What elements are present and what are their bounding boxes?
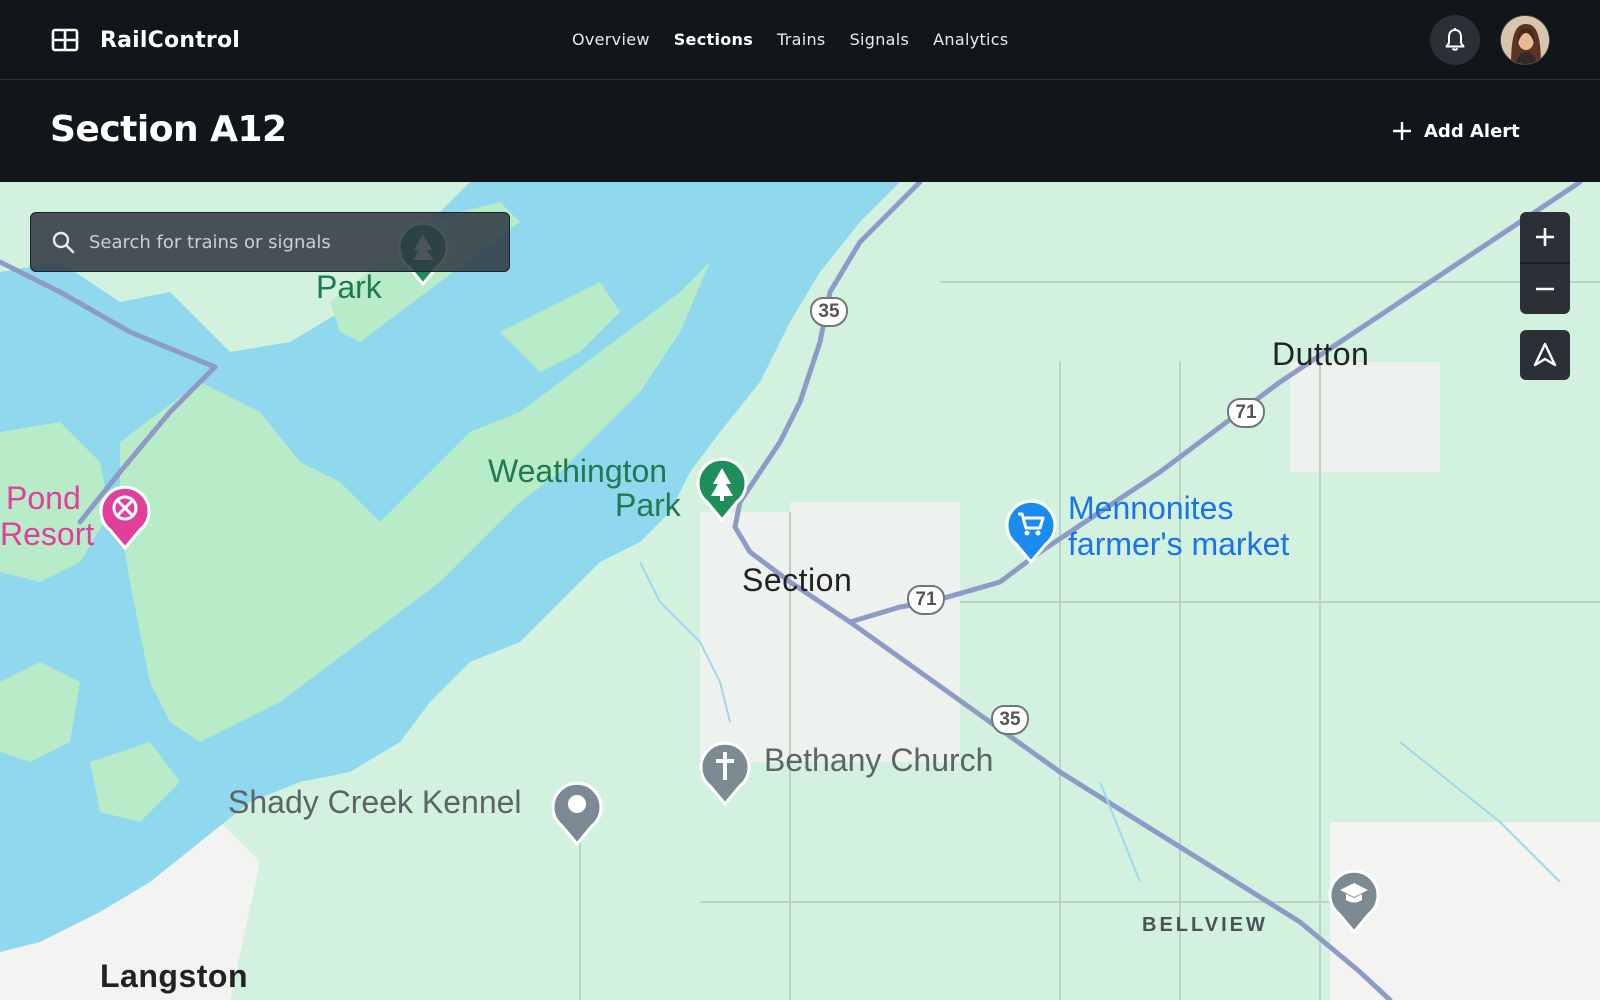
map-label-mennonites: Mennonites xyxy=(1068,490,1234,526)
notifications-button[interactable] xyxy=(1430,15,1480,65)
map-label-section: Section xyxy=(742,562,853,598)
map-label-langston: Langston xyxy=(100,958,248,994)
zoom-controls xyxy=(1520,212,1570,314)
route-shield: 71 xyxy=(907,585,945,615)
plus-icon xyxy=(1536,228,1554,246)
nav-signals[interactable]: Signals xyxy=(838,26,922,54)
map-view[interactable]: 35 71 71 35 Park Dutton Weathington Park… xyxy=(0,182,1600,1000)
map-label-bellview: BELLVIEW xyxy=(1142,914,1268,936)
zoom-in-button[interactable] xyxy=(1520,212,1570,262)
map-label-park: Park xyxy=(316,269,382,305)
route-shield: 71 xyxy=(1227,398,1265,428)
church-pin-icon[interactable] xyxy=(698,740,752,806)
zoom-out-button[interactable] xyxy=(1520,264,1570,314)
map-label-shady-creek-kennel: Shady Creek Kennel xyxy=(228,784,522,820)
shopping-cart-pin-icon[interactable] xyxy=(1004,498,1058,564)
map-label-dutton: Dutton xyxy=(1272,336,1370,372)
page-title: Section A12 xyxy=(50,109,287,150)
avatar-image xyxy=(1501,16,1549,64)
route-shield: 35 xyxy=(991,705,1029,735)
add-alert-label: Add Alert xyxy=(1424,120,1520,142)
search-input[interactable] xyxy=(89,231,469,253)
top-navigation-bar: RailControl Overview Sections Trains Sig… xyxy=(0,0,1600,80)
user-avatar[interactable] xyxy=(1500,15,1550,65)
map-label-weathington: Weathington xyxy=(488,453,668,489)
map-label-resort: Resort xyxy=(0,516,95,552)
route-shield: 35 xyxy=(810,297,848,327)
map-label-farmers-market: farmer's market xyxy=(1068,526,1290,562)
add-alert-button[interactable]: Add Alert xyxy=(1392,115,1520,147)
search-icon xyxy=(52,231,75,254)
nav-trains[interactable]: Trains xyxy=(765,26,838,54)
bell-icon xyxy=(1445,28,1465,51)
nav-overview[interactable]: Overview xyxy=(560,26,662,54)
park-pin-icon[interactable] xyxy=(695,456,749,522)
leisure-pin-icon[interactable] xyxy=(98,484,152,550)
nav-sections[interactable]: Sections xyxy=(662,26,765,54)
nav-analytics[interactable]: Analytics xyxy=(921,26,1020,54)
grid-layout-icon xyxy=(51,28,79,52)
minus-icon xyxy=(1536,287,1554,291)
app-name: RailControl xyxy=(100,27,241,53)
page-header: Section A12 Add Alert xyxy=(0,81,1600,182)
map-label-pond: Pond xyxy=(6,480,81,516)
plus-icon xyxy=(1393,122,1411,140)
map-search-bar[interactable] xyxy=(30,212,510,272)
locate-button[interactable] xyxy=(1520,330,1570,380)
main-nav: Overview Sections Trains Signals Analyti… xyxy=(560,26,1021,54)
navigation-arrow-icon xyxy=(1533,342,1557,367)
map-label-bethany-church: Bethany Church xyxy=(764,742,994,778)
school-pin-icon[interactable] xyxy=(1327,868,1381,934)
map-label-weathington-park: Park xyxy=(615,487,681,523)
brand[interactable]: RailControl xyxy=(50,22,240,58)
place-pin-icon[interactable] xyxy=(550,780,604,846)
